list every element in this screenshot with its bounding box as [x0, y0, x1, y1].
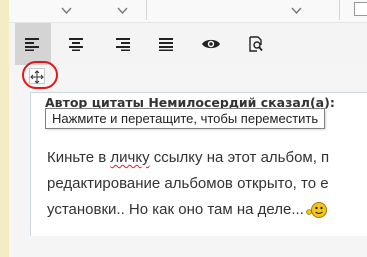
align-justify-icon: [159, 38, 173, 51]
align-center-icon: [69, 38, 83, 51]
top-toolbar: [9, 0, 367, 23]
color-swatch[interactable]: [354, 2, 367, 16]
quote-text[interactable]: Киньте в личку ссылку на этот альбом, п …: [47, 145, 367, 223]
format-toolbar: [9, 23, 367, 65]
align-justify-button[interactable]: [148, 23, 184, 65]
quote-line: установки.. Но как оно там на деле...: [47, 197, 367, 223]
smiley-icon: [306, 202, 327, 219]
side-panel-edge: [0, 0, 9, 257]
eye-icon: [202, 39, 220, 49]
misspelled-word[interactable]: личку: [110, 149, 149, 166]
quote-text-span: Киньте в: [47, 149, 111, 166]
align-left-icon: [25, 38, 39, 51]
quote-text-span: ссылку на этот альбом, п: [149, 149, 330, 166]
align-center-button[interactable]: [58, 23, 94, 65]
quote-line: Киньте в личку ссылку на этот альбом, п: [47, 145, 367, 171]
caret-down-icon[interactable]: [61, 5, 72, 16]
align-right-button[interactable]: [104, 23, 140, 65]
toolbar-separator: [146, 0, 147, 20]
caret-down-icon[interactable]: [291, 5, 302, 16]
caret-down-icon[interactable]: [117, 5, 128, 16]
quote-line: редактирование альбомов открыто, то е: [47, 175, 329, 192]
align-left-button[interactable]: [15, 23, 51, 65]
quote-text-span: установки.. Но как оно там на деле...: [47, 201, 304, 218]
page-magnifier-icon: [249, 36, 263, 52]
preview-button[interactable]: [193, 23, 229, 65]
align-right-icon: [116, 38, 130, 51]
highlight-circle-annotation: [22, 61, 58, 89]
toolbar-separator: [339, 0, 340, 20]
zoom-button[interactable]: [238, 23, 274, 65]
move-tooltip: Нажмите и перетащите, чтобы переместить: [45, 108, 326, 129]
